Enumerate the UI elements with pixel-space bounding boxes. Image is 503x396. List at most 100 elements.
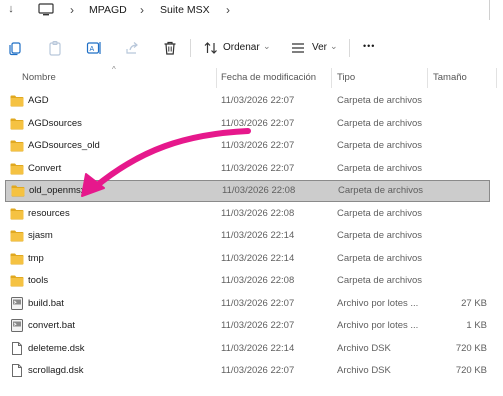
- folder-icon: [10, 118, 24, 129]
- file-size: 720 KB: [455, 365, 487, 376]
- column-divider[interactable]: [331, 68, 332, 88]
- folder-icon: [11, 185, 25, 197]
- file-modified-date: 11/03/2026 22:08: [221, 275, 295, 286]
- file-name[interactable]: deleteme.dsk: [28, 343, 85, 354]
- file-row[interactable]: convert.bat 11/03/2026 22:07 Archivo por l…: [0, 315, 503, 337]
- file-modified-date: 11/03/2026 22:07: [221, 95, 295, 106]
- file-row-selected[interactable]: old_openmsx 11/03/2026 22:08 Carpeta de ar…: [5, 180, 490, 202]
- file-type: Carpeta de archivos: [337, 95, 423, 106]
- file-row[interactable]: AGDsources 11/03/2026 22:07 Carpeta de arc…: [0, 113, 503, 135]
- share-icon[interactable]: [124, 40, 140, 56]
- file-name[interactable]: resources: [28, 208, 70, 219]
- file-row[interactable]: sjasm 11/03/2026 22:14 Carpeta de archivos: [0, 225, 503, 247]
- folder-icon: [10, 140, 24, 152]
- folder-icon: [10, 275, 24, 287]
- sort-icon[interactable]: [203, 40, 219, 56]
- file-type: Archivo por lotes ...: [337, 320, 419, 331]
- file-name[interactable]: scrollagd.dsk: [28, 365, 83, 376]
- svg-text:A: A: [90, 46, 95, 53]
- folder-icon: [10, 253, 24, 264]
- up-arrow-icon[interactable]: ↓: [4, 3, 18, 17]
- sort-button[interactable]: Ordenar: [223, 42, 260, 53]
- file-modified-date: 11/03/2026 22:07: [221, 365, 295, 376]
- file-row[interactable]: resources 11/03/2026 22:08 Carpeta de arch…: [0, 203, 503, 225]
- file-type: Archivo DSK: [337, 365, 391, 376]
- rename-icon[interactable]: A: [86, 40, 102, 56]
- sort-indicator-icon: ^: [112, 65, 116, 74]
- file-name[interactable]: Convert: [28, 163, 61, 174]
- toolbar-divider: [349, 39, 350, 57]
- file-name[interactable]: old_openmsx: [29, 185, 86, 196]
- chevron-right-icon[interactable]: ›: [140, 3, 144, 17]
- file-name[interactable]: tools: [28, 275, 48, 286]
- column-header-type[interactable]: Tipo: [337, 72, 355, 83]
- file-type: Carpeta de archivos: [337, 162, 423, 174]
- file-row[interactable]: AGD 11/03/2026 22:07 Carpeta de archivos: [0, 90, 503, 112]
- chevron-right-icon[interactable]: ›: [226, 3, 230, 17]
- file-modified-date: 11/03/2026 22:07: [221, 117, 295, 129]
- toolbar-divider: [190, 39, 191, 57]
- file-name[interactable]: AGDsources: [28, 118, 82, 129]
- chevron-right-icon[interactable]: ›: [70, 3, 74, 17]
- column-header-name[interactable]: Nombre: [22, 72, 56, 83]
- file-name[interactable]: AGD: [28, 95, 49, 106]
- file-type: Carpeta de archivos: [338, 185, 424, 196]
- file-modified-date: 11/03/2026 22:07: [221, 140, 295, 151]
- folder-icon: [10, 208, 24, 219]
- file-type: Carpeta de archivos: [337, 252, 423, 264]
- file-row[interactable]: AGDsources_old 11/03/2026 22:07 Carpeta de…: [0, 135, 503, 157]
- copy-icon[interactable]: [7, 40, 23, 56]
- command-bar: A Ordenar ⌄ Ver ⌄ •••: [0, 30, 503, 66]
- file-modified-date: 11/03/2026 22:08: [222, 185, 296, 196]
- file-icon: [12, 341, 22, 355]
- view-icon[interactable]: [290, 40, 306, 56]
- file-row[interactable]: tmp 11/03/2026 22:14 Carpeta de archivos: [0, 248, 503, 270]
- file-name[interactable]: AGDsources_old: [28, 140, 100, 151]
- file-icon: [12, 364, 22, 377]
- file-type: Carpeta de archivos: [337, 117, 423, 129]
- divider: [489, 0, 490, 20]
- file-modified-date: 11/03/2026 22:07: [221, 162, 295, 174]
- address-bar: ↓ › MPAGD › Suite MSX ›: [0, 0, 503, 22]
- file-size: 1 KB: [466, 320, 487, 331]
- file-type: Carpeta de archivos: [337, 230, 423, 241]
- breadcrumb-item-mpagd[interactable]: MPAGD: [89, 4, 127, 16]
- file-row[interactable]: Convert 11/03/2026 22:07 Carpeta de archiv…: [0, 158, 503, 180]
- column-divider[interactable]: [216, 68, 217, 88]
- batch-file-icon: [11, 319, 23, 332]
- file-size: 720 KB: [455, 342, 487, 354]
- file-type: Carpeta de archivos: [337, 140, 423, 151]
- file-row[interactable]: tools 11/03/2026 22:08 Carpeta de archivos: [0, 270, 503, 292]
- file-modified-date: 11/03/2026 22:14: [221, 230, 295, 241]
- chevron-down-icon[interactable]: ⌄: [330, 41, 338, 52]
- breadcrumb-item-suite-msx[interactable]: Suite MSX: [160, 4, 210, 16]
- file-name[interactable]: build.bat: [28, 298, 64, 309]
- view-button[interactable]: Ver: [312, 42, 327, 53]
- column-divider[interactable]: [496, 68, 497, 88]
- column-divider[interactable]: [427, 68, 428, 88]
- folder-icon: [10, 95, 24, 107]
- file-modified-date: 11/03/2026 22:14: [221, 252, 295, 264]
- file-name[interactable]: convert.bat: [28, 320, 75, 331]
- paste-icon[interactable]: [47, 40, 63, 56]
- column-header-modified[interactable]: Fecha de modificación: [221, 72, 316, 83]
- more-options-button[interactable]: •••: [363, 41, 375, 51]
- file-type: Carpeta de archivos: [337, 207, 423, 219]
- batch-file-icon: [11, 296, 23, 310]
- file-row[interactable]: scrollagd.dsk 11/03/2026 22:07 Archivo DSK…: [0, 360, 503, 382]
- column-header-size[interactable]: Tamaño: [433, 72, 467, 83]
- file-modified-date: 11/03/2026 22:08: [221, 207, 295, 219]
- file-size: 27 KB: [461, 297, 487, 309]
- file-modified-date: 11/03/2026 22:14: [221, 342, 295, 354]
- file-row[interactable]: deleteme.dsk 11/03/2026 22:14 Archivo DSK 7…: [0, 338, 503, 360]
- file-row[interactable]: build.bat 11/03/2026 22:07 Archivo por lot…: [0, 293, 503, 315]
- file-type: Carpeta de archivos: [337, 275, 423, 286]
- file-name[interactable]: tmp: [28, 253, 44, 264]
- this-pc-icon[interactable]: [38, 3, 54, 16]
- folder-icon: [10, 230, 24, 242]
- chevron-down-icon[interactable]: ⌄: [263, 41, 271, 52]
- delete-icon[interactable]: [162, 40, 178, 56]
- file-name[interactable]: sjasm: [28, 230, 53, 241]
- folder-icon: [10, 163, 24, 174]
- column-header-row: ^ Nombre Fecha de modificación Tipo Tama…: [0, 65, 503, 88]
